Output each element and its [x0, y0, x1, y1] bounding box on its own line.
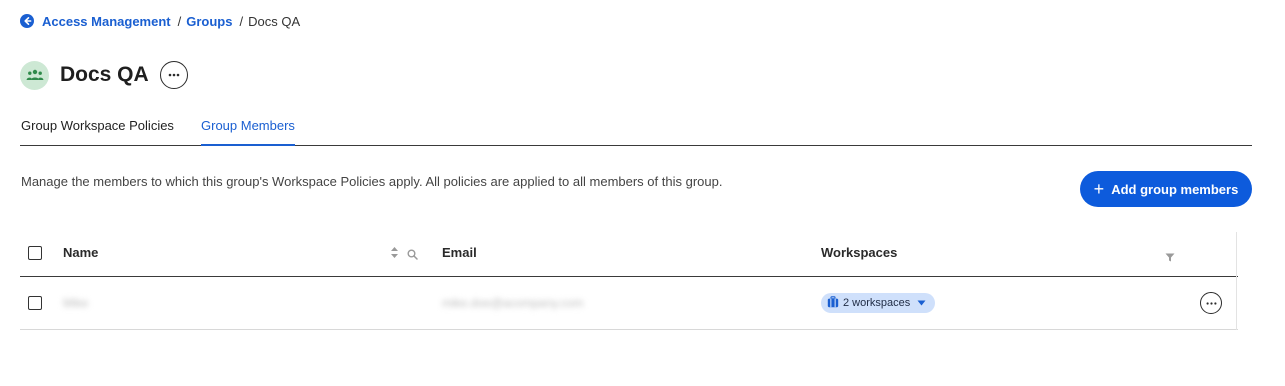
breadcrumb-link-access-management[interactable]: Access Management: [42, 14, 171, 29]
tab-group-members[interactable]: Group Members: [201, 118, 295, 146]
briefcase-icon: [827, 295, 839, 311]
member-name: Mike: [63, 296, 89, 310]
select-all-checkbox[interactable]: [28, 246, 42, 260]
add-group-members-button[interactable]: + Add group members: [1080, 171, 1252, 207]
column-header-email: Email: [442, 245, 477, 260]
breadcrumb-separator: /: [177, 13, 182, 29]
page-description: Manage the members to which this group's…: [21, 174, 723, 189]
breadcrumb-current: Docs QA: [248, 13, 301, 29]
row-actions-icon[interactable]: [1200, 292, 1222, 314]
breadcrumb: Access Management / Groups / Docs QA: [20, 12, 300, 30]
sort-icon[interactable]: [390, 246, 399, 264]
members-table: Name Email Workspaces Mike mike.doe@acom…: [20, 232, 1238, 330]
caret-down-icon: [917, 297, 926, 309]
breadcrumb-link-groups[interactable]: Groups: [186, 14, 232, 29]
page-header: Docs QA: [20, 60, 188, 90]
page-title: Docs QA: [60, 63, 149, 86]
back-arrow-icon[interactable]: [20, 14, 34, 28]
column-header-workspaces: Workspaces: [821, 245, 898, 260]
search-icon[interactable]: [407, 247, 418, 265]
breadcrumb-separator: /: [239, 13, 244, 29]
group-icon: [20, 60, 49, 90]
tab-bar: Group Workspace Policies Group Members: [20, 110, 1252, 146]
plus-icon: +: [1093, 179, 1105, 199]
workspaces-badge[interactable]: 2 workspaces: [821, 293, 936, 313]
table-row[interactable]: Mike mike.doe@acompany.com 2 workspaces: [20, 277, 1238, 330]
more-horizontal-icon[interactable]: [159, 61, 188, 89]
row-checkbox[interactable]: [28, 296, 42, 310]
workspaces-count: 2 workspaces: [843, 297, 911, 309]
table-header: Name Email Workspaces: [20, 232, 1238, 277]
table-scroll-edge: [1236, 232, 1237, 330]
filter-icon[interactable]: [1165, 249, 1175, 267]
member-email: mike.doe@acompany.com: [442, 296, 584, 310]
add-group-members-label: Add group members: [1111, 181, 1239, 197]
tab-group-workspace-policies[interactable]: Group Workspace Policies: [21, 118, 174, 133]
column-header-name[interactable]: Name: [63, 245, 98, 260]
